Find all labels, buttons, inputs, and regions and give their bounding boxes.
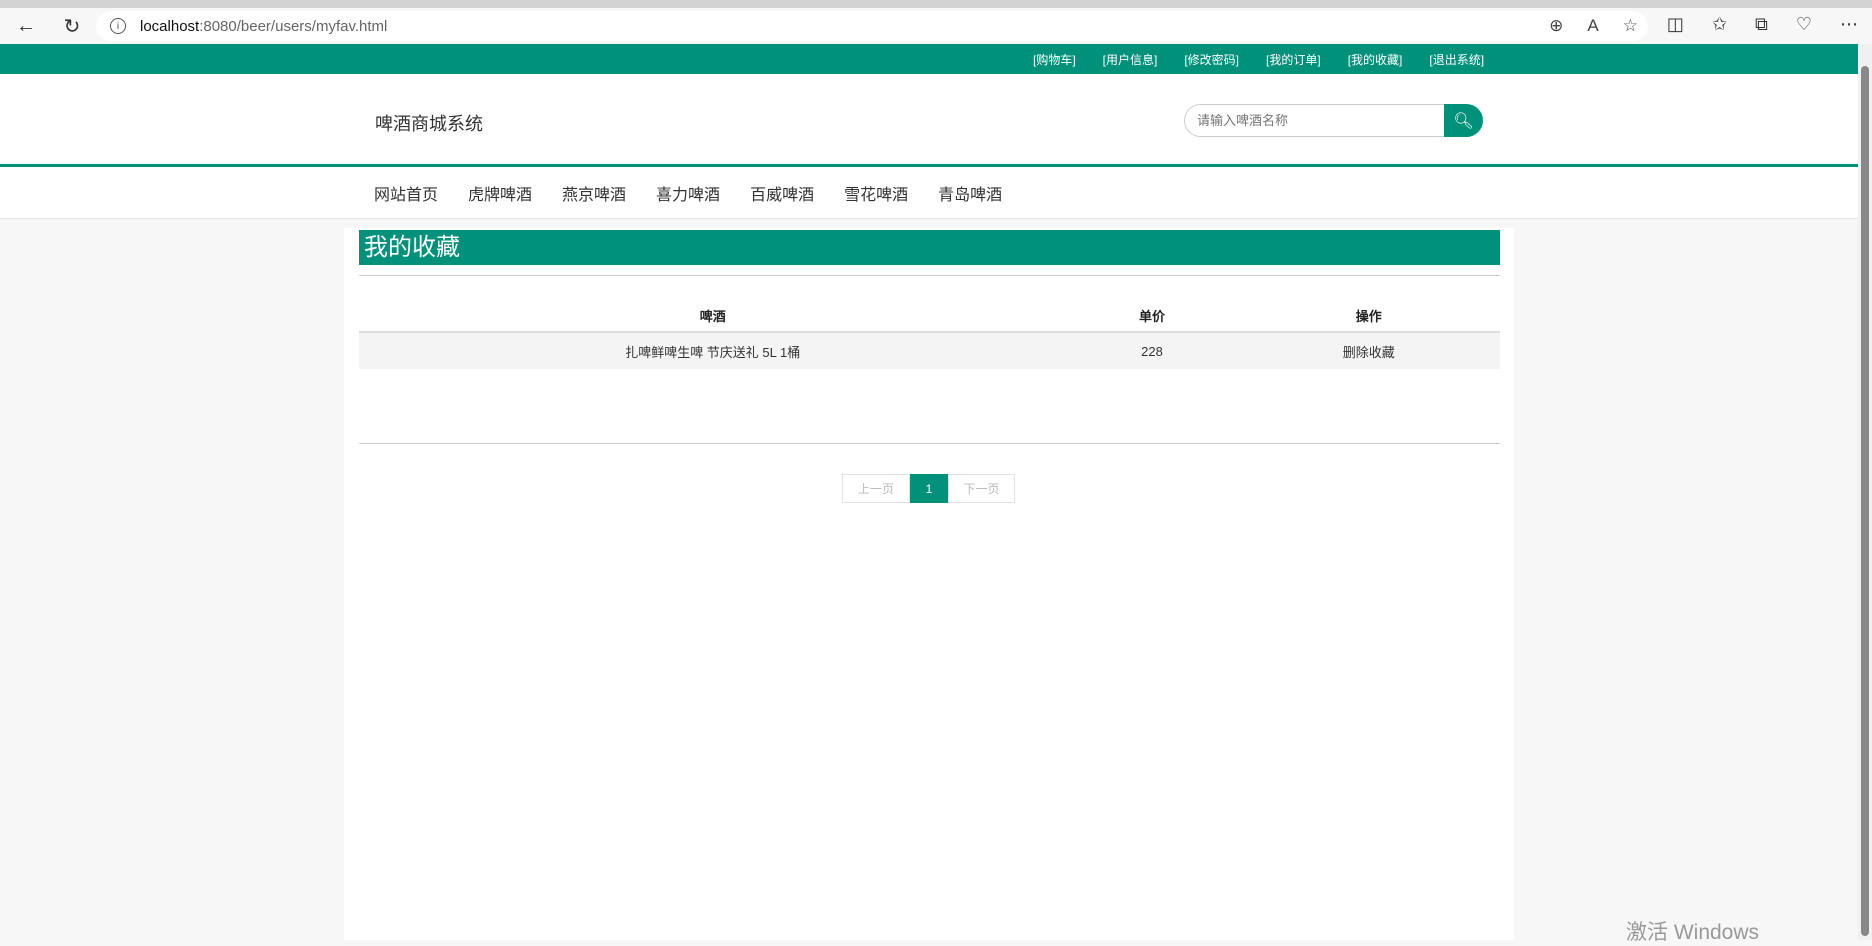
browser-tab-strip: [0, 0, 1872, 8]
scrollbar[interactable]: [1858, 44, 1872, 940]
search-form: 🔍︎: [1184, 104, 1483, 137]
column-header-beer: 啤酒: [359, 300, 1067, 333]
search-button[interactable]: 🔍︎: [1444, 104, 1483, 137]
favorites-icon[interactable]: ✩: [1712, 14, 1727, 35]
main-nav: 网站首页 虎牌啤酒 燕京啤酒 喜力啤酒 百威啤酒 雪花啤酒 青岛啤酒: [0, 167, 1858, 219]
link-cart[interactable]: [购物车]: [1033, 51, 1076, 68]
remove-favorite-link[interactable]: 删除收藏: [1237, 332, 1500, 369]
column-header-price: 单价: [1066, 300, 1238, 333]
link-user-info[interactable]: [用户信息]: [1103, 51, 1158, 68]
table-row: 扎啤鲜啤生啤 节庆送礼 5L 1桶 228 删除收藏: [359, 332, 1500, 369]
read-aloud-icon[interactable]: A: [1587, 16, 1598, 36]
prev-page-button[interactable]: 上一页: [842, 474, 910, 503]
browser-toolbar: ← ↻ i localhost:8080/beer/users/myfav.ht…: [0, 8, 1872, 44]
link-my-favorites[interactable]: [我的收藏]: [1348, 51, 1403, 68]
nav-budweiser[interactable]: 百威啤酒: [750, 181, 814, 205]
nav-tiger[interactable]: 虎牌啤酒: [468, 181, 532, 205]
page-1-button[interactable]: 1: [910, 474, 948, 503]
header: 啤酒商城系统 🔍︎: [0, 74, 1858, 167]
split-screen-icon[interactable]: ◫: [1667, 14, 1684, 35]
info-icon[interactable]: i: [110, 18, 126, 34]
site-logo[interactable]: 啤酒商城系统: [375, 110, 483, 136]
next-page-button[interactable]: 下一页: [948, 474, 1015, 503]
favorites-table: 啤酒 单价 操作 扎啤鲜啤生啤 节庆送礼 5L 1桶 228 删除收藏: [359, 300, 1500, 369]
page: [购物车] [用户信息] [修改密码] [我的订单] [我的收藏] [退出系统]…: [0, 44, 1858, 940]
extensions-icon[interactable]: ♡: [1796, 14, 1812, 35]
nav-heineken[interactable]: 喜力啤酒: [656, 181, 720, 205]
more-icon[interactable]: ⋯: [1840, 14, 1858, 35]
zoom-icon[interactable]: ⊕: [1549, 16, 1563, 36]
link-change-password[interactable]: [修改密码]: [1184, 51, 1239, 68]
link-my-orders[interactable]: [我的订单]: [1266, 51, 1321, 68]
page-title: 我的收藏: [359, 230, 1500, 265]
nav-yanjing[interactable]: 燕京啤酒: [562, 181, 626, 205]
divider: [359, 275, 1500, 276]
nav-home[interactable]: 网站首页: [374, 181, 438, 205]
search-icon: 🔍︎: [1453, 112, 1474, 130]
scrollbar-thumb[interactable]: [1861, 66, 1869, 936]
address-bar[interactable]: i localhost:8080/beer/users/myfav.html ⊕…: [96, 11, 1648, 41]
search-input[interactable]: [1184, 104, 1444, 137]
refresh-icon[interactable]: ↻: [58, 12, 86, 40]
pagination: 上一页 1 下一页: [842, 474, 1015, 503]
beer-price: 228: [1066, 332, 1238, 369]
divider: [359, 443, 1500, 444]
nav-snow[interactable]: 雪花啤酒: [844, 181, 908, 205]
link-logout[interactable]: [退出系统]: [1429, 51, 1484, 68]
top-bar: [购物车] [用户信息] [修改密码] [我的订单] [我的收藏] [退出系统]: [0, 44, 1858, 74]
column-header-action: 操作: [1237, 300, 1500, 333]
url-path: :8080/beer/users/myfav.html: [199, 17, 388, 35]
beer-name[interactable]: 扎啤鲜啤生啤 节庆送礼 5L 1桶: [359, 332, 1067, 369]
favorite-star-icon[interactable]: ☆: [1623, 16, 1638, 36]
back-icon[interactable]: ←: [12, 12, 40, 40]
windows-activation-watermark: 激活 Windows: [1626, 921, 1760, 944]
nav-tsingtao[interactable]: 青岛啤酒: [938, 181, 1002, 205]
content-panel: 我的收藏 啤酒 单价 操作 扎啤鲜啤生啤 节庆送礼 5L 1桶 228 删除收藏…: [344, 228, 1514, 940]
collections-icon[interactable]: ⧉: [1755, 14, 1768, 35]
url-host: localhost: [140, 17, 200, 35]
